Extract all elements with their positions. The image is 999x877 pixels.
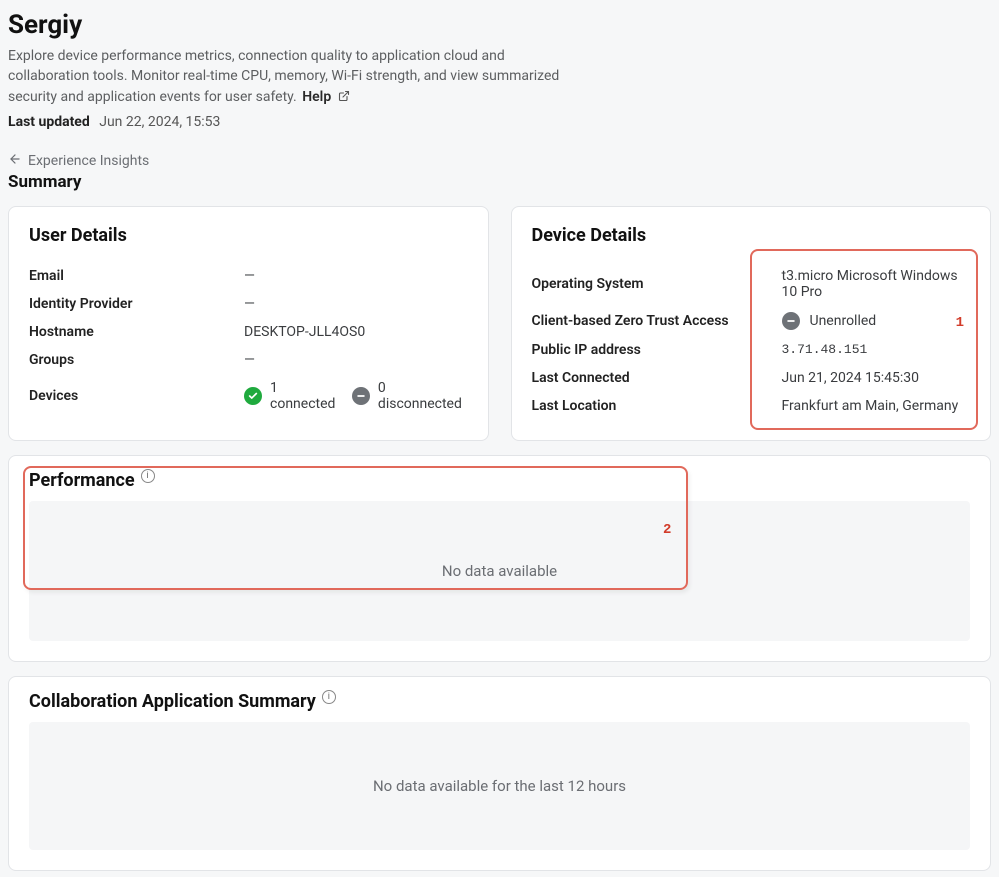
value: —: [244, 268, 255, 284]
label: Client-based Zero Trust Access: [532, 313, 772, 329]
section-title: Summary: [8, 172, 991, 192]
label: Hostname: [29, 324, 234, 340]
value: 3.71.48.151: [782, 342, 868, 357]
device-details-card: Device Details Operating System t3.micro…: [511, 206, 992, 441]
last-updated: Last updated Jun 22, 2024, 15:53: [8, 114, 991, 130]
minus-circle-icon: [352, 387, 370, 405]
performance-empty-text: No data available: [442, 562, 557, 580]
performance-card: Performance i No data available 2: [8, 455, 991, 662]
user-details-title: User Details: [29, 225, 468, 246]
value: Jun 21, 2024 15:45:30: [782, 370, 920, 386]
device-row-zta: Client-based Zero Trust Access Unenrolle…: [532, 306, 971, 336]
collab-title-row: Collaboration Application Summary i: [29, 691, 970, 712]
page-intro: Explore device performance metrics, conn…: [8, 46, 588, 108]
user-row-devices: Devices 1 connected 0 disconnected: [29, 374, 468, 418]
value: DESKTOP-JLL4OS0: [244, 324, 365, 340]
value: —: [244, 352, 255, 368]
help-link[interactable]: Help: [302, 89, 349, 105]
value: t3.micro Microsoft Windows 10 Pro: [782, 268, 971, 300]
collab-empty-text: No data available for the last 12 hours: [373, 777, 626, 795]
zta-status-text: Unenrolled: [810, 313, 877, 329]
collab-summary-card: Collaboration Application Summary i No d…: [8, 676, 991, 871]
user-row-email: Email —: [29, 262, 468, 290]
user-row-hostname: Hostname DESKTOP-JLL4OS0: [29, 318, 468, 346]
info-icon[interactable]: i: [141, 469, 155, 483]
user-row-idp: Identity Provider —: [29, 290, 468, 318]
value: —: [244, 296, 255, 312]
label: Last Location: [532, 398, 772, 414]
user-row-groups: Groups —: [29, 346, 468, 374]
disconnected-text: 0 disconnected: [378, 380, 468, 412]
value: Frankfurt am Main, Germany: [782, 398, 959, 414]
value: Unenrolled: [782, 312, 877, 330]
back-link-label: Experience Insights: [28, 153, 149, 169]
label: Groups: [29, 352, 234, 368]
collab-title: Collaboration Application Summary: [29, 691, 316, 712]
user-details-card: User Details Email — Identity Provider —…: [8, 206, 489, 441]
collab-empty: No data available for the last 12 hours: [29, 722, 970, 850]
last-updated-value: Jun 22, 2024, 15:53: [99, 114, 220, 130]
label: Last Connected: [532, 370, 772, 386]
back-link[interactable]: Experience Insights: [8, 152, 149, 170]
device-row-last-location: Last Location Frankfurt am Main, Germany: [532, 392, 971, 420]
label: Public IP address: [532, 342, 772, 358]
performance-title-row: Performance i: [29, 470, 970, 491]
highlight-number-2: 2: [663, 522, 671, 538]
device-row-last-connected: Last Connected Jun 21, 2024 15:45:30: [532, 364, 971, 392]
performance-empty: No data available: [29, 501, 970, 641]
label: Identity Provider: [29, 296, 234, 312]
connected-text: 1 connected: [270, 380, 342, 412]
connected-chip: 1 connected: [244, 380, 342, 412]
highlight-number-1: 1: [956, 315, 964, 331]
arrow-left-icon: [8, 152, 22, 170]
check-circle-icon: [244, 387, 262, 405]
device-row-ip: Public IP address 3.71.48.151: [532, 336, 971, 364]
last-updated-label: Last updated: [8, 114, 90, 130]
info-icon[interactable]: i: [322, 690, 336, 704]
label: Operating System: [532, 276, 772, 292]
value: 1 connected 0 disconnected: [244, 380, 468, 412]
minus-circle-icon: [782, 312, 800, 330]
intro-text: Explore device performance metrics, conn…: [8, 48, 559, 105]
label: Email: [29, 268, 234, 284]
page-title: Sergiy: [8, 10, 991, 40]
external-link-icon: [338, 88, 350, 108]
label: Devices: [29, 388, 234, 404]
disconnected-chip: 0 disconnected: [352, 380, 468, 412]
device-details-title: Device Details: [532, 225, 971, 246]
performance-title: Performance: [29, 470, 135, 491]
device-row-os: Operating System t3.micro Microsoft Wind…: [532, 262, 971, 306]
help-label: Help: [302, 89, 331, 105]
